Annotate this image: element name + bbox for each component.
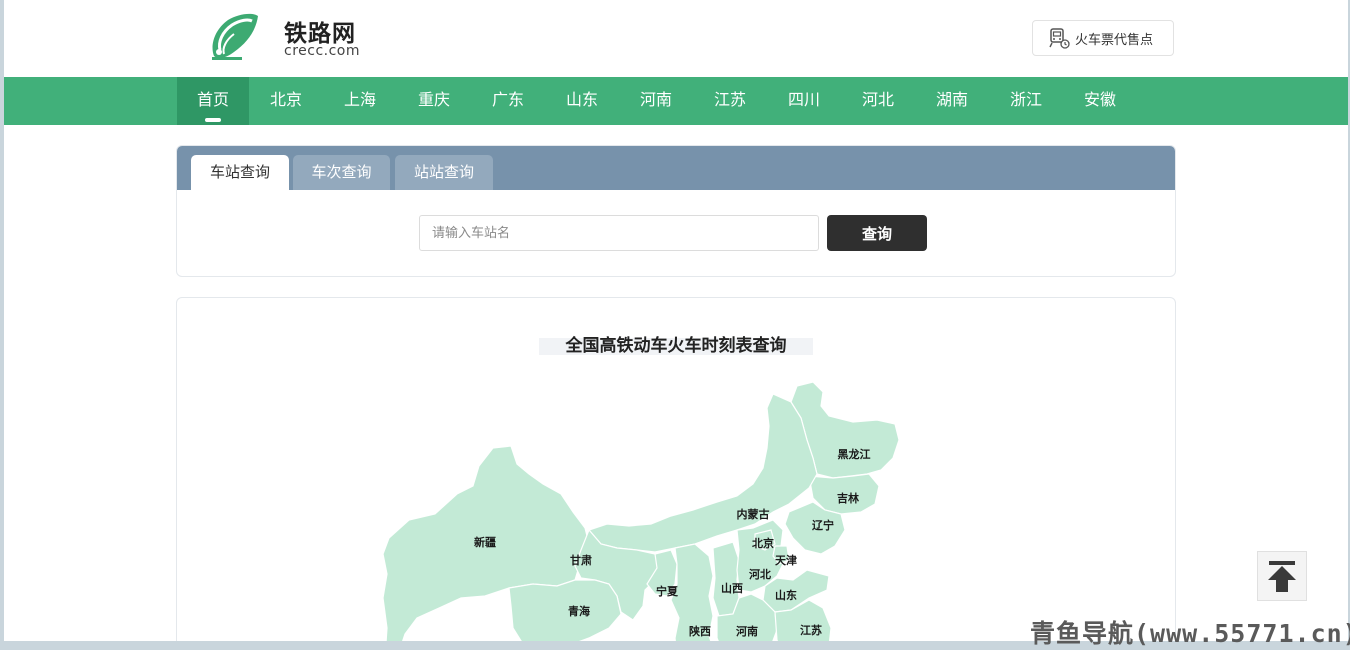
ticket-office-button[interactable]: 火车票代售点: [1032, 20, 1174, 56]
label-shaanxi[interactable]: 陕西: [689, 624, 711, 638]
station-search-input[interactable]: [419, 215, 819, 251]
nav-item-jiangsu[interactable]: 江苏: [693, 77, 767, 125]
label-tianjin[interactable]: 天津: [775, 553, 797, 567]
label-hebei[interactable]: 河北: [749, 567, 771, 581]
label-jiangsu[interactable]: 江苏: [800, 623, 822, 637]
site-header: 铁路网 crecc.com 火车票代售点: [4, 0, 1348, 77]
label-neimenggu[interactable]: 内蒙古: [737, 507, 770, 521]
tab-station-query[interactable]: 车站查询: [191, 155, 289, 190]
label-heilongjiang[interactable]: 黑龙江: [838, 447, 871, 461]
nav-item-guangdong[interactable]: 广东: [471, 77, 545, 125]
label-shandong[interactable]: 山东: [775, 588, 797, 602]
search-tabs-bar: 车站查询 车次查询 站站查询: [177, 146, 1175, 190]
nav-item-chongqing[interactable]: 重庆: [397, 77, 471, 125]
label-ningxia[interactable]: 宁夏: [656, 584, 679, 598]
nav-item-henan[interactable]: 河南: [619, 77, 693, 125]
nav-list: 首页 北京 上海 重庆 广东 山东 河南 江苏 四川 河北 湖南 浙江 安徽: [177, 77, 1137, 125]
label-jilin[interactable]: 吉林: [837, 491, 859, 505]
nav-item-beijing[interactable]: 北京: [249, 77, 323, 125]
label-xinjiang[interactable]: 新疆: [474, 535, 496, 549]
label-liaoning[interactable]: 辽宁: [812, 518, 834, 532]
province-neimenggu[interactable]: [587, 393, 818, 553]
ticket-office-icon: [1049, 28, 1070, 49]
label-gansu[interactable]: 甘肃: [570, 553, 592, 567]
nav-item-zhejiang[interactable]: 浙江: [989, 77, 1063, 125]
label-beijing[interactable]: 北京: [752, 536, 774, 550]
label-qinghai[interactable]: 青海: [568, 604, 590, 618]
nav-item-home[interactable]: 首页: [177, 77, 249, 125]
province-qinghai[interactable]: [508, 579, 622, 641]
nav-item-anhui[interactable]: 安徽: [1063, 77, 1137, 125]
logo-subtitle[interactable]: crecc.com: [284, 43, 360, 59]
search-button[interactable]: 查询: [827, 215, 927, 251]
nav-item-hebei[interactable]: 河北: [841, 77, 915, 125]
nav-item-shanghai[interactable]: 上海: [323, 77, 397, 125]
province-shanxi[interactable]: [712, 541, 740, 617]
arrow-up-bar-icon: [1268, 561, 1296, 592]
china-map: 黑龙江 吉林 内蒙古 辽宁 北京 天津 新疆 甘肃 河北 宁夏 山西 山东 青海…: [382, 381, 900, 641]
nav-item-hunan[interactable]: 湖南: [915, 77, 989, 125]
label-henan[interactable]: 河南: [736, 624, 758, 638]
nav-item-sichuan[interactable]: 四川: [767, 77, 841, 125]
map-panel: 全国高铁动车火车时刻表查询 黑龙江 吉林 内蒙古 辽宁 北京 天津 新疆 甘肃 …: [176, 297, 1176, 641]
main-nav: 首页 北京 上海 重庆 广东 山东 河南 江苏 四川 河北 湖南 浙江 安徽: [4, 77, 1348, 125]
nav-item-shandong[interactable]: 山东: [545, 77, 619, 125]
page-frame: 铁路网 crecc.com 火车票代售点 首页 北京 上海 重庆 广东 山东 河…: [4, 0, 1348, 641]
back-to-top-button[interactable]: [1257, 551, 1307, 601]
tab-route-query[interactable]: 站站查询: [395, 155, 493, 190]
train-logo-icon[interactable]: [208, 12, 260, 62]
search-panel: 车站查询 车次查询 站站查询 查询: [176, 145, 1176, 277]
label-shanxi[interactable]: 山西: [721, 581, 743, 595]
tab-train-query[interactable]: 车次查询: [293, 155, 390, 190]
ticket-office-label: 火车票代售点: [1075, 32, 1154, 48]
